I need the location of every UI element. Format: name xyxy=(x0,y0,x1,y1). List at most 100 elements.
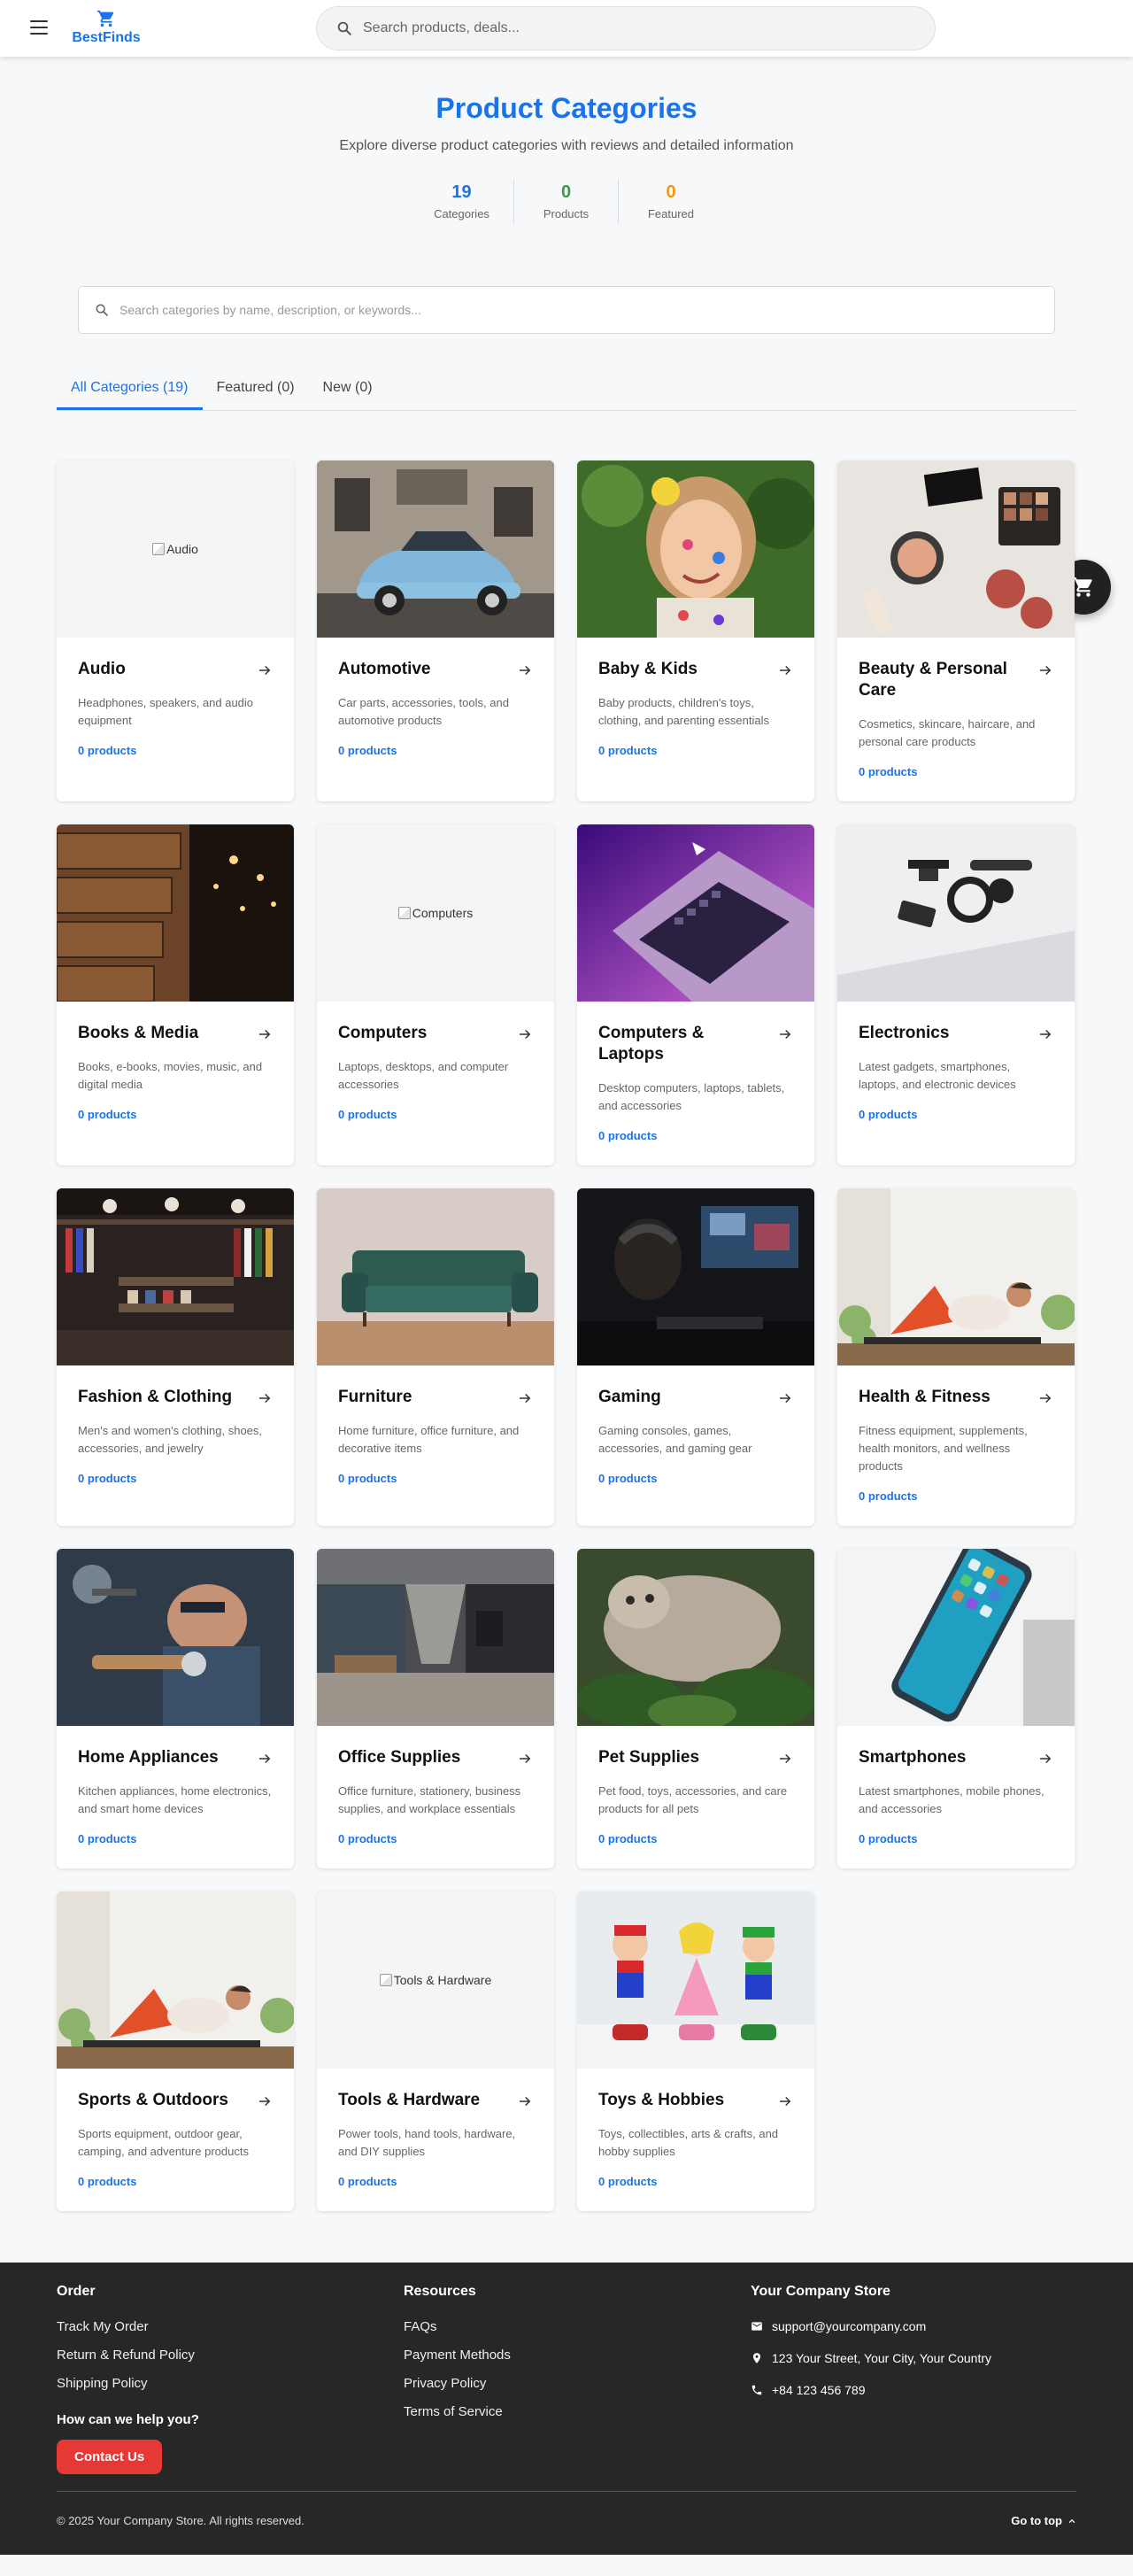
search-icon xyxy=(337,21,351,35)
chevron-up-icon xyxy=(1068,2518,1075,2523)
category-title[interactable]: Automotive xyxy=(338,659,512,680)
footer-link-shipping-policy[interactable]: Shipping Policy xyxy=(57,2376,404,2391)
store-email[interactable]: support@yourcompany.com xyxy=(751,2319,1076,2333)
category-product-count: 0 products xyxy=(78,744,137,757)
category-product-count: 0 products xyxy=(78,2175,137,2188)
category-card-health-and-fitness[interactable]: Health & Fitness Fitness equipment, supp… xyxy=(837,1188,1075,1526)
arrow-right-icon[interactable] xyxy=(257,662,273,678)
footer-link-return-policy[interactable]: Return & Refund Policy xyxy=(57,2348,404,2363)
category-description: Power tools, hand tools, hardware, and D… xyxy=(338,2127,516,2158)
category-card-automotive[interactable]: Automotive Car parts, accessories, tools… xyxy=(317,460,554,801)
arrow-right-icon[interactable] xyxy=(517,1751,533,1767)
category-card-books-and-media[interactable]: Books & Media Books, e-books, movies, mu… xyxy=(57,824,294,1165)
category-title[interactable]: Smartphones xyxy=(859,1747,1032,1768)
category-product-count: 0 products xyxy=(338,1832,397,1845)
arrow-right-icon[interactable] xyxy=(777,1390,793,1406)
tab-new[interactable]: New (0) xyxy=(309,380,387,410)
category-title[interactable]: Tools & Hardware xyxy=(338,2090,512,2111)
category-card-toys-and-hobbies[interactable]: Toys & Hobbies Toys, collectibles, arts … xyxy=(577,1891,814,2211)
menu-icon[interactable] xyxy=(30,20,48,35)
category-title[interactable]: Computers & Laptops xyxy=(598,1023,772,1065)
arrow-right-icon[interactable] xyxy=(517,2093,533,2109)
category-card-pet-supplies[interactable]: Pet Supplies Pet food, toys, accessories… xyxy=(577,1549,814,1868)
arrow-right-icon[interactable] xyxy=(1037,662,1053,678)
category-card-audio[interactable]: Audio Audio Headphones, speakers, and au… xyxy=(57,460,294,801)
card-header: Toys & Hobbies xyxy=(598,2090,793,2111)
category-title[interactable]: Sports & Outdoors xyxy=(78,2090,251,2111)
footer-link-faqs[interactable]: FAQs xyxy=(404,2319,751,2334)
image-alt-text: Computers xyxy=(412,906,474,920)
category-card-baby-and-kids[interactable]: Baby & Kids Baby products, children's to… xyxy=(577,460,814,801)
store-phone[interactable]: +84 123 456 789 xyxy=(751,2383,1076,2397)
category-title[interactable]: Toys & Hobbies xyxy=(598,2090,772,2111)
category-title[interactable]: Beauty & Personal Care xyxy=(859,659,1032,701)
tab-featured[interactable]: Featured (0) xyxy=(203,380,309,410)
footer-link-track-order[interactable]: Track My Order xyxy=(57,2319,404,2334)
category-title[interactable]: Audio xyxy=(78,659,251,680)
card-body: Audio Headphones, speakers, and audio eq… xyxy=(57,638,294,780)
arrow-right-icon[interactable] xyxy=(777,1026,793,1042)
arrow-right-icon[interactable] xyxy=(517,1390,533,1406)
arrow-right-icon[interactable] xyxy=(1037,1751,1053,1767)
category-title[interactable]: Health & Fitness xyxy=(859,1387,1032,1408)
category-card-computers[interactable]: Computers Computers Laptops, desktops, a… xyxy=(317,824,554,1165)
card-header: Smartphones xyxy=(859,1747,1053,1768)
category-card-office-supplies[interactable]: Office Supplies Office furniture, statio… xyxy=(317,1549,554,1868)
category-card-sports-and-outdoors[interactable]: Sports & Outdoors Sports equipment, outd… xyxy=(57,1891,294,2211)
category-card-electronics[interactable]: Electronics Latest gadgets, smartphones,… xyxy=(837,824,1075,1165)
arrow-right-icon[interactable] xyxy=(1037,1390,1053,1406)
category-title[interactable]: Electronics xyxy=(859,1023,1032,1044)
page-title: Product Categories xyxy=(435,92,698,124)
cart-icon xyxy=(96,10,114,27)
brand-logo[interactable]: BestFinds xyxy=(69,9,143,46)
category-search-input[interactable] xyxy=(119,303,1005,317)
category-title[interactable]: Baby & Kids xyxy=(598,659,772,680)
category-card-computers-and-laptops[interactable]: Computers & Laptops Desktop computers, l… xyxy=(577,824,814,1165)
footer-heading: Order xyxy=(57,2284,96,2299)
category-title[interactable]: Home Appliances xyxy=(78,1747,251,1768)
category-search-bar[interactable] xyxy=(78,286,1055,334)
arrow-right-icon[interactable] xyxy=(777,662,793,678)
category-title[interactable]: Office Supplies xyxy=(338,1747,512,1768)
category-product-count: 0 products xyxy=(859,1832,918,1845)
product-search-bar[interactable] xyxy=(316,6,936,50)
category-product-count: 0 products xyxy=(859,765,918,778)
category-title[interactable]: Gaming xyxy=(598,1387,772,1408)
stat-label: Products xyxy=(543,207,590,220)
footer-link-terms[interactable]: Terms of Service xyxy=(404,2404,751,2419)
category-title[interactable]: Fashion & Clothing xyxy=(78,1387,251,1408)
category-card-gaming[interactable]: Gaming Gaming consoles, games, accessori… xyxy=(577,1188,814,1526)
category-card-home-appliances[interactable]: Home Appliances Kitchen appliances, home… xyxy=(57,1549,294,1868)
arrow-right-icon[interactable] xyxy=(257,1026,273,1042)
arrow-right-icon[interactable] xyxy=(517,1026,533,1042)
go-to-top-button[interactable]: Go to top xyxy=(1011,2514,1076,2527)
footer-link-privacy-policy[interactable]: Privacy Policy xyxy=(404,2376,751,2391)
arrow-right-icon[interactable] xyxy=(517,662,533,678)
category-card-beauty-and-personal-care[interactable]: Beauty & Personal Care Cosmetics, skinca… xyxy=(837,460,1075,801)
category-card-smartphones[interactable]: Smartphones Latest smartphones, mobile p… xyxy=(837,1549,1075,1868)
arrow-right-icon[interactable] xyxy=(257,2093,273,2109)
category-card-furniture[interactable]: Furniture Home furniture, office furnitu… xyxy=(317,1188,554,1526)
category-tabs: All Categories (19) Featured (0) New (0) xyxy=(57,380,1076,411)
category-card-fashion-and-clothing[interactable]: Fashion & Clothing Men's and women's clo… xyxy=(57,1188,294,1526)
category-product-count: 0 products xyxy=(338,744,397,757)
footer-order-column: Order Track My Order Return & Refund Pol… xyxy=(57,2284,404,2474)
contact-us-button[interactable]: Contact Us xyxy=(57,2440,163,2474)
category-image: Audio xyxy=(57,460,294,638)
product-search-input[interactable] xyxy=(363,20,894,36)
arrow-right-icon[interactable] xyxy=(257,1751,273,1767)
category-title[interactable]: Furniture xyxy=(338,1387,512,1408)
category-title[interactable]: Pet Supplies xyxy=(598,1747,772,1768)
category-image xyxy=(57,1891,294,2069)
arrow-right-icon[interactable] xyxy=(777,2093,793,2109)
broken-image-icon xyxy=(152,543,166,555)
footer-link-payment-methods[interactable]: Payment Methods xyxy=(404,2348,751,2363)
category-card-tools-and-hardware[interactable]: Tools & Hardware Tools & Hardware Power … xyxy=(317,1891,554,2211)
card-header: Furniture xyxy=(338,1387,533,1408)
arrow-right-icon[interactable] xyxy=(777,1751,793,1767)
tab-all-categories[interactable]: All Categories (19) xyxy=(57,380,203,410)
arrow-right-icon[interactable] xyxy=(1037,1026,1053,1042)
category-title[interactable]: Books & Media xyxy=(78,1023,251,1044)
arrow-right-icon[interactable] xyxy=(257,1390,273,1406)
category-title[interactable]: Computers xyxy=(338,1023,512,1044)
